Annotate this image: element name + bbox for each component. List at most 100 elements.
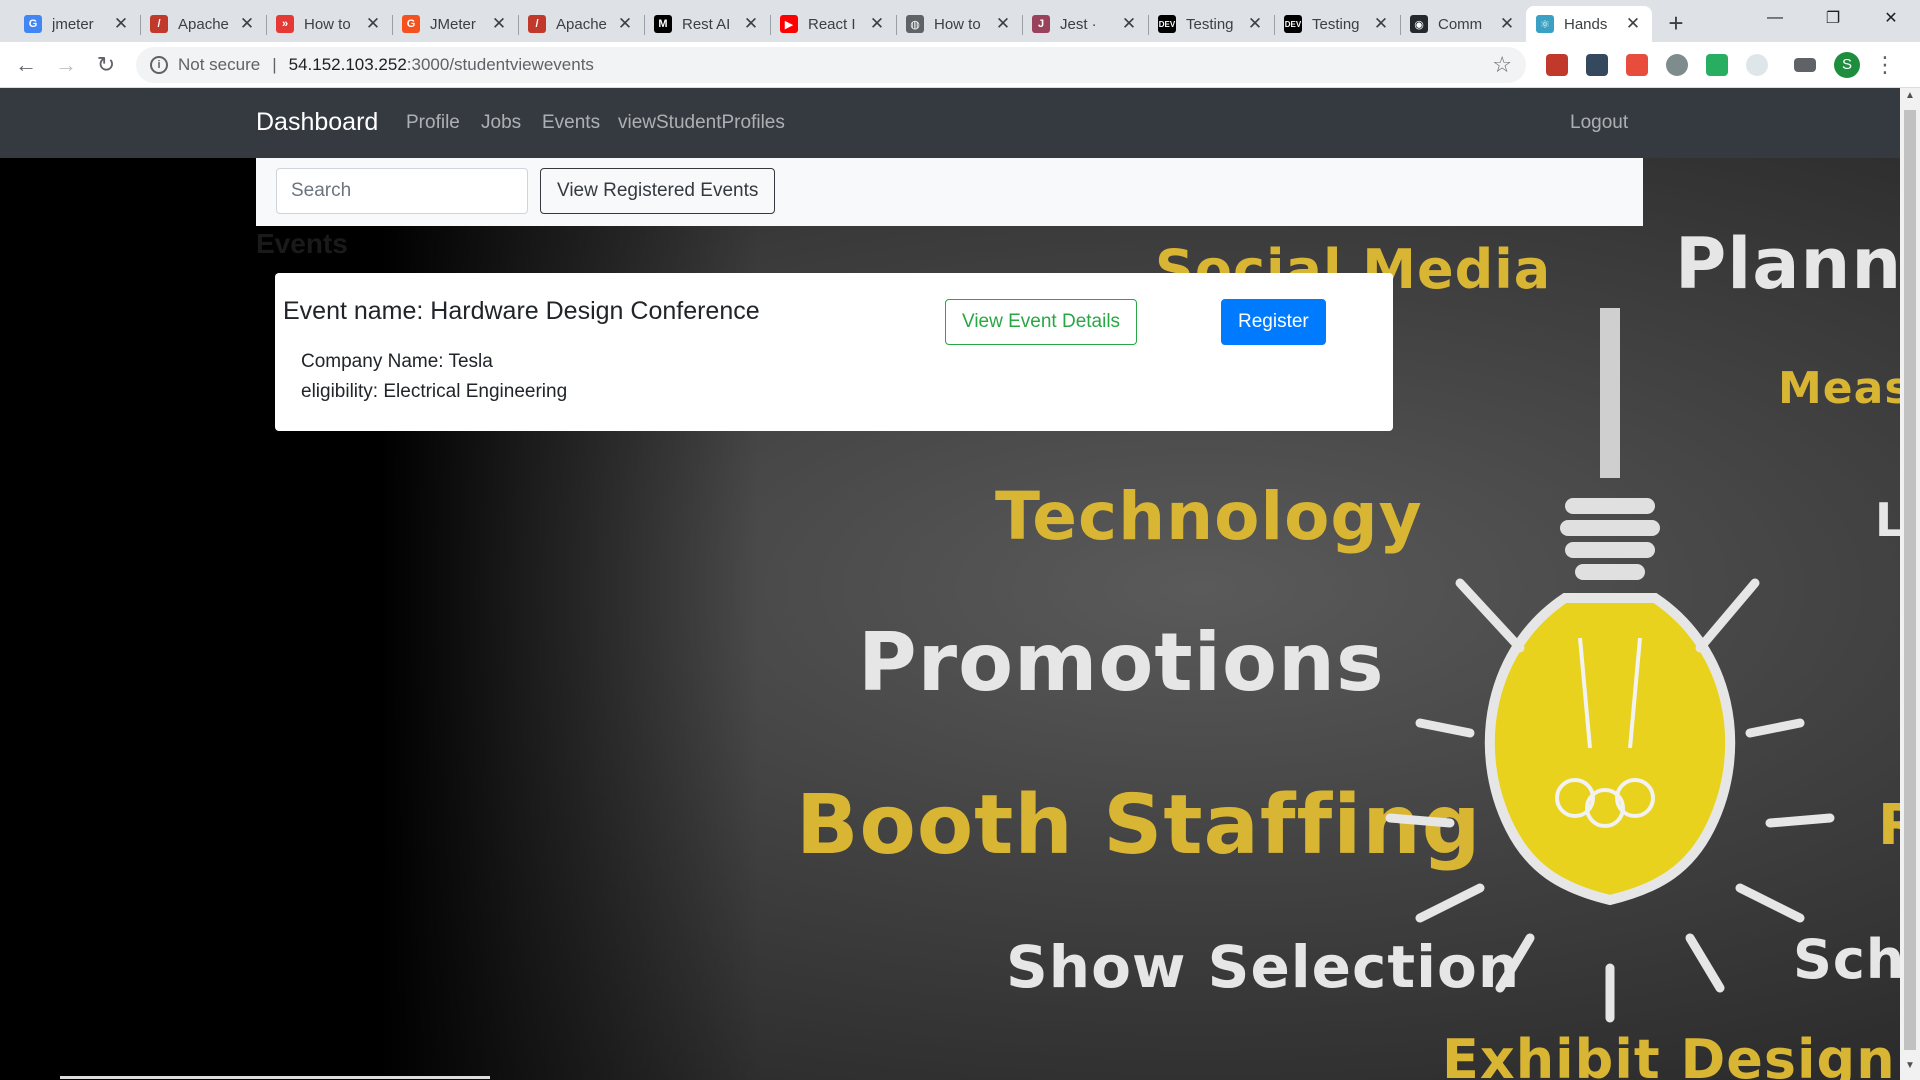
navbar-brand[interactable]: Dashboard <box>256 108 378 137</box>
tab-close-icon[interactable]: ✕ <box>490 14 508 34</box>
tab-title: Apache <box>556 15 607 33</box>
nav-link-jobs[interactable]: Jobs <box>481 112 521 134</box>
nav-link-view-student-profiles[interactable]: viewStudentProfiles <box>618 112 785 134</box>
react-icon: ⚛ <box>1536 15 1554 33</box>
back-arrow-icon[interactable]: ← <box>6 45 46 85</box>
scroll-up-icon[interactable]: ▲ <box>1900 90 1920 108</box>
page-scrollbar[interactable]: ▲ ▼ <box>1900 88 1920 1080</box>
tab-title: Hands <box>1564 15 1608 33</box>
profile-avatar[interactable]: S <box>1834 51 1860 78</box>
bug-extension-icon[interactable] <box>1666 53 1688 76</box>
browser-tab[interactable]: DEV Testing ✕ <box>1148 6 1274 42</box>
tab-close-icon[interactable]: ✕ <box>742 14 760 34</box>
tab-close-icon[interactable]: ✕ <box>1498 14 1516 34</box>
app-navbar: Dashboard Profile Jobs Events viewStuden… <box>0 88 1900 158</box>
blazemeter-icon: » <box>276 15 294 33</box>
address-separator: | <box>272 54 277 74</box>
url-text[interactable]: 54.152.103.252:3000/studentviewevents <box>289 55 1493 75</box>
browser-tab[interactable]: / Apache ✕ <box>140 6 266 42</box>
scroll-thumb[interactable] <box>1904 110 1916 1050</box>
tab-title: How to <box>934 15 981 33</box>
tab-close-icon[interactable]: ✕ <box>994 14 1012 34</box>
view-event-details-button[interactable]: View Event Details <box>945 299 1138 345</box>
browser-tab[interactable]: DEV Testing ✕ <box>1274 6 1400 42</box>
tab-close-icon[interactable]: ✕ <box>616 14 634 34</box>
tab-title: Rest AI <box>682 15 731 33</box>
tab-title: Testing <box>1312 15 1360 33</box>
google-icon: G <box>24 15 42 33</box>
media-queue-icon[interactable] <box>1794 57 1816 72</box>
list-extension-icon[interactable] <box>1586 53 1608 76</box>
bg-word-promotions: Promotions <box>858 616 1385 709</box>
security-label: Not secure <box>178 54 261 74</box>
event-name: Event name: Hardware Design Conference <box>283 297 760 325</box>
page-title: Events <box>256 228 348 259</box>
browser-tab[interactable]: Gjmeter ✕ <box>14 6 140 42</box>
jmeter-icon: G <box>402 15 420 33</box>
browser-tab[interactable]: ▶ React I ✕ <box>770 6 896 42</box>
new-tab-button[interactable]: + <box>1658 5 1694 41</box>
browser-tab[interactable]: » How to ✕ <box>266 6 392 42</box>
tab-close-icon[interactable]: ✕ <box>112 14 130 34</box>
tab-title: Testing <box>1186 15 1234 33</box>
register-button[interactable]: Register <box>1221 299 1326 345</box>
tab-close-icon[interactable]: ✕ <box>1120 14 1138 34</box>
browser-tab[interactable]: M Rest AI ✕ <box>644 6 770 42</box>
youtube-icon: ▶ <box>780 15 798 33</box>
browser-tab[interactable]: ◍ How to ✕ <box>896 6 1022 42</box>
search-bar: View Registered Events <box>256 158 1643 226</box>
window-controls: — ❐ ✕ <box>1746 0 1920 36</box>
browser-tab[interactable]: ⚛ Hands ✕ <box>1526 6 1652 42</box>
puzzle-extension-icon[interactable] <box>1626 53 1648 76</box>
browser-tab[interactable]: J Jest · ✕ <box>1022 6 1148 42</box>
circle-extension-icon[interactable] <box>1746 53 1768 76</box>
tab-close-icon[interactable]: ✕ <box>1372 14 1390 34</box>
nav-link-profile[interactable]: Profile <box>406 112 460 134</box>
browser-tab[interactable]: ◉ Comm ✕ <box>1400 6 1526 42</box>
bookmark-star-icon[interactable]: ☆ <box>1492 52 1512 78</box>
html-extension-icon[interactable] <box>1706 53 1728 76</box>
nav-link-events[interactable]: Events <box>542 112 600 134</box>
browser-menu-icon[interactable]: ⋮ <box>1874 52 1896 78</box>
apache-feather-icon: / <box>528 15 546 33</box>
event-company: Company Name: Tesla <box>301 351 493 372</box>
tab-close-icon[interactable]: ✕ <box>868 14 886 34</box>
restore-icon[interactable]: ❐ <box>1804 0 1862 36</box>
tab-title: Apache <box>178 15 229 33</box>
address-bar[interactable]: i Not secure | 54.152.103.252:3000/stude… <box>136 46 1526 83</box>
bg-word-technology: Technology <box>995 478 1423 555</box>
github-icon: ◉ <box>1410 15 1428 33</box>
bg-word-fragment-r: R <box>1878 793 1900 858</box>
globe-icon: ◍ <box>906 15 924 33</box>
view-registered-events-button[interactable]: View Registered Events <box>540 168 776 214</box>
tab-close-icon[interactable]: ✕ <box>238 14 256 34</box>
tab-title: JMeter <box>430 15 476 33</box>
tab-close-icon[interactable]: ✕ <box>364 14 382 34</box>
url-path: :3000/studentviewevents <box>406 54 594 74</box>
url-host: 54.152.103.252 <box>288 54 407 74</box>
tab-title: jmeter <box>52 15 94 33</box>
tab-close-icon[interactable]: ✕ <box>1246 14 1264 34</box>
browser-tab[interactable]: G JMeter ✕ <box>392 6 518 42</box>
dev-icon: DEV <box>1284 15 1302 33</box>
forward-arrow-icon[interactable]: → <box>46 45 86 85</box>
browser-toolbar: ← → ↻ i Not secure | 54.152.103.252:3000… <box>0 42 1920 88</box>
close-window-icon[interactable]: ✕ <box>1862 0 1920 36</box>
reload-icon[interactable]: ↻ <box>86 45 126 85</box>
search-input[interactable] <box>276 168 528 214</box>
scroll-down-icon[interactable]: ▼ <box>1900 1060 1920 1078</box>
logout-link[interactable]: Logout <box>1570 112 1628 134</box>
browser-tab[interactable]: / Apache ✕ <box>518 6 644 42</box>
tab-title: How to <box>304 15 351 33</box>
pdf-extension-icon[interactable] <box>1546 53 1568 76</box>
info-icon[interactable]: i <box>150 55 168 74</box>
tab-close-icon[interactable]: ✕ <box>1624 14 1642 34</box>
jest-icon: J <box>1032 15 1050 33</box>
horizontal-rule <box>60 1076 490 1079</box>
tab-list: Gjmeter ✕ / Apache ✕ » How to ✕ G JMeter ✕ / Apache ✕… <box>14 0 1652 42</box>
tab-title: React I <box>808 15 856 33</box>
lightbulb-illustration <box>1385 308 1835 1023</box>
dev-icon: DEV <box>1158 15 1176 33</box>
minimize-icon[interactable]: — <box>1746 0 1804 36</box>
browser-tab-strip: Gjmeter ✕ / Apache ✕ » How to ✕ G JMeter ✕ / Apache ✕… <box>0 0 1920 42</box>
